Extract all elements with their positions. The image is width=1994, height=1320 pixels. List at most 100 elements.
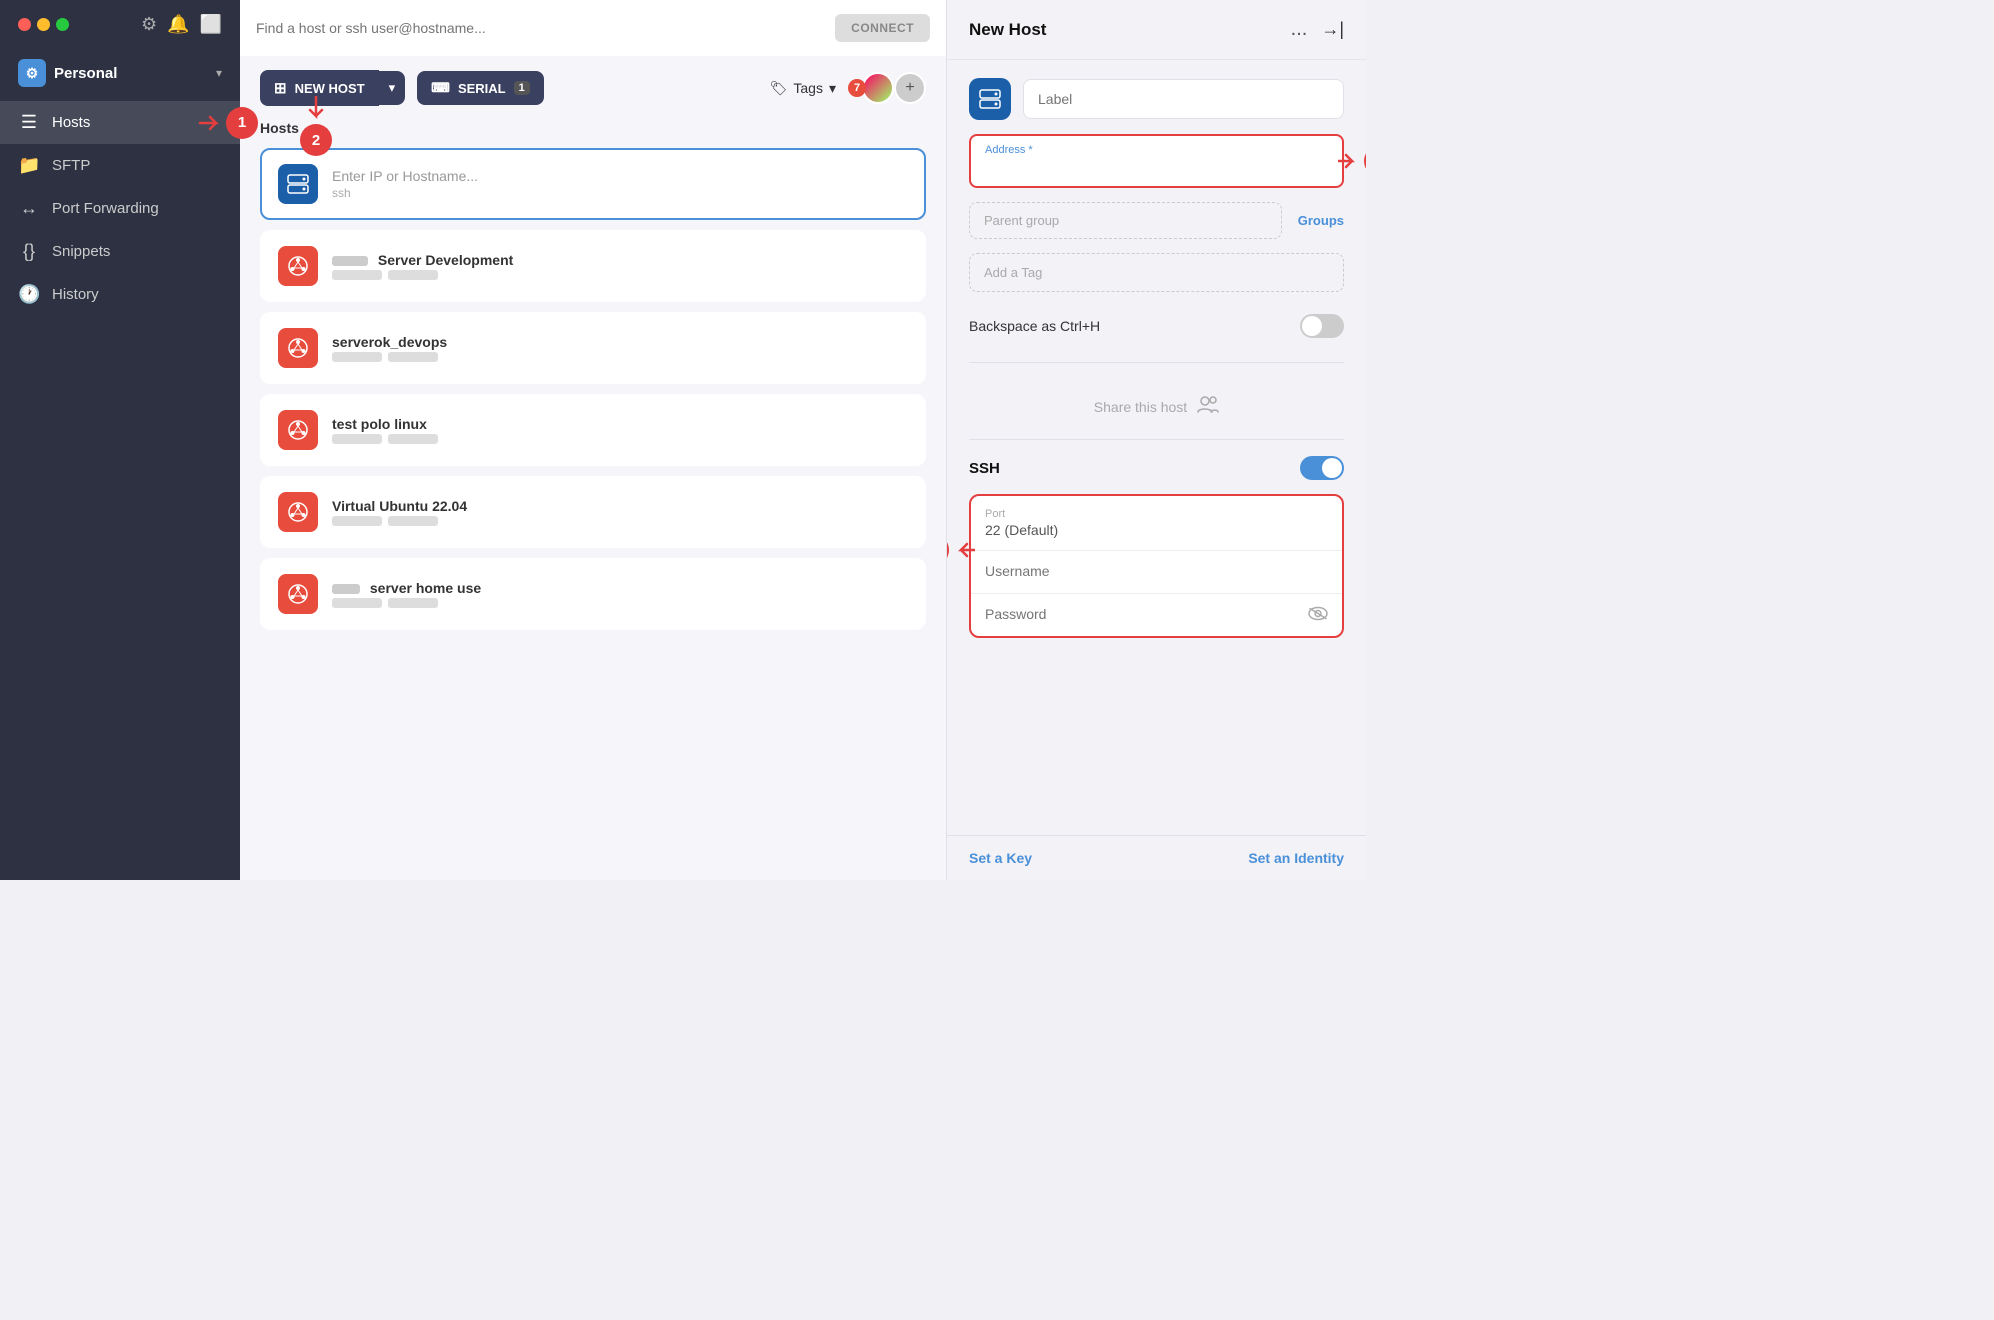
expand-button[interactable]: →| — [1321, 19, 1344, 40]
ssh-label: SSH — [969, 460, 1000, 477]
tag-icon: 🏷 — [770, 80, 788, 97]
parent-group-box[interactable]: Parent group — [969, 202, 1282, 239]
list-item[interactable]: server home use — [260, 558, 926, 630]
host-icon-server-dev — [278, 246, 318, 286]
annotation-1-arrow — [198, 113, 222, 133]
snippets-icon: {} — [18, 241, 40, 262]
add-avatar-button[interactable]: + — [894, 72, 926, 104]
host-icon-serverok — [278, 328, 318, 368]
new-host-info: Enter IP or Hostname... ssh — [332, 168, 908, 200]
connect-button[interactable]: CONNECT — [835, 14, 930, 42]
panel-title: New Host — [969, 20, 1046, 40]
set-identity-link[interactable]: Set an Identity — [1248, 850, 1344, 866]
host-info-test-polo: test polo linux — [332, 416, 908, 444]
list-item[interactable]: Virtual Ubuntu 22.04 — [260, 476, 926, 548]
workspace-icon: ⚙ — [18, 59, 46, 87]
host-info-home: server home use — [332, 580, 908, 608]
sidebar-top: ⚙ 🔔 ⬜ — [0, 0, 240, 49]
panel-header: New Host ... →| — [947, 0, 1366, 60]
server-icon — [287, 173, 309, 195]
host-sub-home — [332, 598, 908, 608]
serial-label: SERIAL — [458, 81, 506, 96]
address-label: Address * — [985, 144, 1328, 156]
people-icon — [1197, 395, 1219, 413]
new-host-grid-icon: ⊞ — [274, 79, 287, 97]
port-value: 22 (Default) — [985, 522, 1328, 538]
sidebar-item-snippets[interactable]: {} Snippets — [0, 230, 240, 273]
gear-icon[interactable]: ⚙ — [141, 14, 157, 35]
host-name-home: server home use — [332, 580, 908, 596]
tags-chevron-icon: ▾ — [829, 80, 836, 97]
host-sub-serverok — [332, 352, 908, 362]
backspace-toggle-row: Backspace as Ctrl+H — [969, 310, 1344, 356]
traffic-lights — [18, 18, 69, 31]
toggle-password-icon[interactable] — [1308, 605, 1328, 626]
history-icon: 🕐 — [18, 284, 40, 305]
serial-button[interactable]: ⌨ SERIAL 1 — [417, 71, 544, 105]
sidebar-item-sftp-label: SFTP — [52, 157, 90, 174]
groups-link[interactable]: Groups — [1298, 213, 1344, 228]
host-name-test-polo: test polo linux — [332, 416, 908, 432]
avatar[interactable] — [862, 72, 894, 104]
host-icon-test-polo — [278, 410, 318, 450]
annotation-4-circle: 4 — [947, 534, 949, 566]
add-tag-box[interactable]: Add a Tag — [969, 253, 1344, 292]
host-icon-home — [278, 574, 318, 614]
hosts-section-title: Hosts — [260, 120, 926, 136]
avatar-group: 7 + — [848, 72, 926, 104]
ubuntu-icon — [287, 501, 309, 523]
sidebar-nav: ☰ Hosts 1 📁 SFTP ↔ Port Forwarding {} Sn… — [0, 101, 240, 316]
address-field-wrapper: Address * — [969, 134, 1344, 188]
new-host-dropdown-button[interactable]: ▾ — [379, 71, 406, 105]
list-item[interactable]: serverok_devops — [260, 312, 926, 384]
host-info-server-dev: Server Development — [332, 252, 908, 280]
workspace-label: Personal — [54, 65, 117, 82]
list-item[interactable]: test polo linux — [260, 394, 926, 466]
avatar-count: 7 — [848, 79, 866, 97]
address-input[interactable] — [985, 158, 1328, 174]
search-bar: CONNECT — [240, 0, 946, 56]
ssh-toggle[interactable] — [1300, 456, 1344, 480]
set-key-link[interactable]: Set a Key — [969, 850, 1032, 866]
bell-icon[interactable]: 🔔 — [167, 14, 189, 35]
sidebar-item-sftp[interactable]: 📁 SFTP — [0, 144, 240, 187]
tags-button[interactable]: 🏷 Tags ▾ — [770, 80, 836, 97]
ssh-fields-box: Port 22 (Default) — [969, 494, 1344, 638]
hosts-icon: ☰ — [18, 112, 40, 133]
ssh-section-header: SSH — [969, 456, 1344, 480]
backspace-toggle-knob — [1302, 316, 1322, 336]
port-field: Port 22 (Default) — [971, 496, 1342, 551]
username-input[interactable] — [985, 563, 1328, 579]
host-name-virtual: Virtual Ubuntu 22.04 — [332, 498, 908, 514]
host-sub-test-polo — [332, 434, 908, 444]
more-options-button[interactable]: ... — [1291, 18, 1308, 41]
search-input[interactable] — [256, 20, 823, 36]
sidebar-item-history[interactable]: 🕐 History — [0, 273, 240, 316]
minimize-window-button[interactable] — [37, 18, 50, 31]
sidebar-item-hosts-label: Hosts — [52, 114, 90, 131]
port-label: Port — [985, 508, 1328, 520]
password-input[interactable] — [985, 606, 1328, 622]
ubuntu-icon — [287, 419, 309, 441]
right-panel: New Host ... →| Address * — [946, 0, 1366, 880]
workspace-name: ⚙ Personal — [18, 59, 117, 87]
toolbar: ⊞ NEW HOST ▾ 2 ⌨ SERIAL 1 🏷 Tags — [240, 56, 946, 120]
label-input[interactable] — [1023, 79, 1344, 119]
terminal-icon[interactable]: ⬜ — [200, 14, 222, 35]
sidebar-item-hosts[interactable]: ☰ Hosts 1 — [0, 101, 240, 144]
close-window-button[interactable] — [18, 18, 31, 31]
list-item[interactable]: Server Development — [260, 230, 926, 302]
chevron-down-icon[interactable]: ▾ — [216, 66, 222, 80]
divider-1 — [969, 362, 1344, 363]
new-host-card[interactable]: Enter IP or Hostname... ssh — [260, 148, 926, 220]
sftp-icon: 📁 — [18, 155, 40, 176]
sidebar-item-port-forwarding[interactable]: ↔ Port Forwarding — [0, 187, 240, 230]
share-host-label: Share this host — [1094, 399, 1187, 415]
host-icon-virtual — [278, 492, 318, 532]
new-host-main-button[interactable]: ⊞ NEW HOST — [260, 70, 379, 106]
workspace-section[interactable]: ⚙ Personal ▾ — [0, 49, 240, 101]
host-name-serverok: serverok_devops — [332, 334, 908, 350]
backspace-toggle[interactable] — [1300, 314, 1344, 338]
label-row — [969, 78, 1344, 120]
maximize-window-button[interactable] — [56, 18, 69, 31]
